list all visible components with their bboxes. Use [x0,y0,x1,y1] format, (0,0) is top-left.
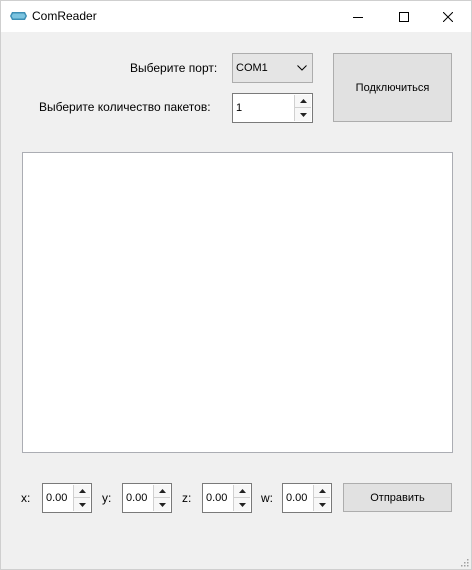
arrow-down-icon [78,502,86,507]
port-select[interactable]: COM1 [232,53,313,83]
z-label: z: [182,491,192,505]
send-button[interactable]: Отправить [343,483,452,512]
z-spin-buttons [233,485,250,511]
arrow-down-icon [238,502,246,507]
packets-increment-button[interactable] [295,95,311,108]
x-increment-button[interactable] [74,485,90,498]
z-value: 0.00 [206,492,228,504]
title-bar[interactable]: ComReader [1,1,471,32]
w-value: 0.00 [286,492,308,504]
w-increment-button[interactable] [314,485,330,498]
arrow-down-icon [158,502,166,507]
z-increment-button[interactable] [234,485,250,498]
y-value: 0.00 [126,492,148,504]
arrow-up-icon [299,99,307,103]
chevron-down-icon [297,65,307,71]
arrow-up-icon [78,489,86,493]
close-button[interactable] [425,1,471,32]
output-text-area[interactable] [22,152,453,453]
port-label: Выберите порт: [130,61,218,75]
packets-decrement-button[interactable] [295,108,311,121]
x-label: x: [21,491,31,505]
arrow-up-icon [238,489,246,493]
maximize-button[interactable] [381,1,427,32]
arrow-down-icon [299,112,307,117]
serial-port-icon [10,12,27,20]
y-increment-button[interactable] [154,485,170,498]
x-spin-buttons [73,485,90,511]
window-title: ComReader [32,9,97,23]
w-spinbox[interactable]: 0.00 [282,483,332,513]
x-spinbox[interactable]: 0.00 [42,483,92,513]
packets-value: 1 [236,102,243,114]
z-decrement-button[interactable] [234,498,250,511]
x-decrement-button[interactable] [74,498,90,511]
w-spin-buttons [313,485,330,511]
arrow-up-icon [158,489,166,493]
x-value: 0.00 [46,492,68,504]
packets-spin-buttons [294,95,311,121]
connect-button[interactable]: Подключиться [333,53,452,122]
y-decrement-button[interactable] [154,498,170,511]
arrow-down-icon [318,502,326,507]
port-select-value: COM1 [236,62,268,74]
main-window: ComReader Выберите порт: COM1 Выберите к… [0,0,472,570]
arrow-up-icon [318,489,326,493]
y-label: y: [102,491,112,505]
y-spinbox[interactable]: 0.00 [122,483,172,513]
minimize-button[interactable] [335,1,381,32]
packets-spinbox[interactable]: 1 [232,93,313,123]
w-label: w: [261,491,273,505]
maximize-icon [399,11,409,22]
w-decrement-button[interactable] [314,498,330,511]
close-icon [443,11,453,22]
packets-label: Выберите количество пакетов: [39,100,211,114]
y-spin-buttons [153,485,170,511]
z-spinbox[interactable]: 0.00 [202,483,252,513]
minimize-icon [353,16,363,18]
resize-grip-icon[interactable] [460,558,469,567]
